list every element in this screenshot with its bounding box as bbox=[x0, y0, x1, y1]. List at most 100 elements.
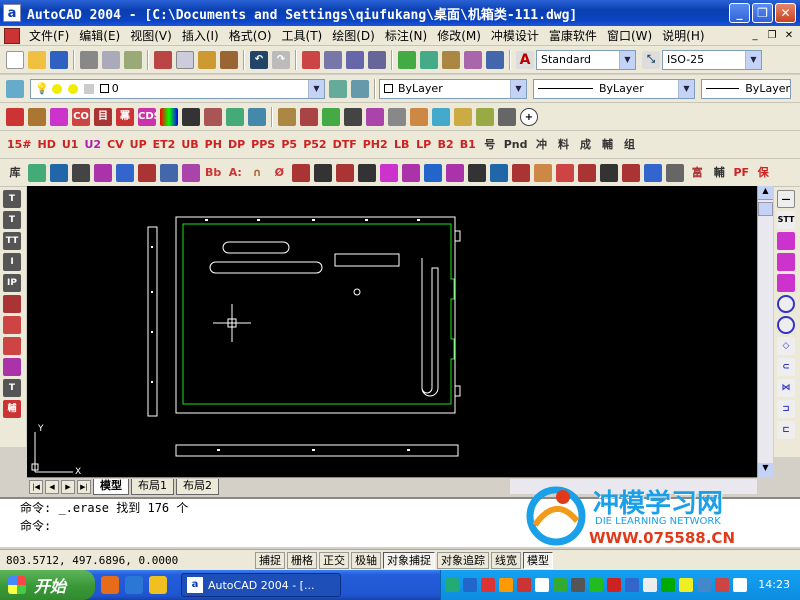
toolbar-label-button[interactable]: 料 bbox=[555, 136, 573, 154]
toolbar-tool-button[interactable]: A: bbox=[226, 164, 244, 182]
toolbar-tool-button[interactable] bbox=[424, 163, 443, 182]
toolbar-tool-button[interactable] bbox=[182, 163, 200, 182]
toolbar-tool-button[interactable]: 富 bbox=[688, 164, 706, 182]
tool-icon[interactable] bbox=[454, 107, 472, 126]
plus-circle-icon[interactable]: + bbox=[520, 107, 538, 126]
toolbar-tool-button[interactable] bbox=[72, 163, 90, 182]
chevron-down-icon[interactable]: ▼ bbox=[308, 79, 324, 98]
menu-item[interactable]: 编辑(E) bbox=[74, 27, 125, 44]
side-tool-icon[interactable]: ⋈ bbox=[777, 379, 795, 397]
menu-item[interactable]: 绘图(D) bbox=[327, 27, 380, 44]
start-button[interactable]: 开始 bbox=[0, 570, 95, 600]
menu-item[interactable]: 冲模设计 bbox=[486, 27, 544, 44]
tab-prev-icon[interactable]: ◀ bbox=[45, 479, 59, 494]
tool-palettes-icon[interactable] bbox=[442, 50, 460, 69]
toolbar-tool-button[interactable]: 库 bbox=[6, 164, 24, 182]
toolbar-tool-button[interactable] bbox=[50, 163, 68, 182]
toolbar-label-button[interactable]: UB bbox=[180, 136, 199, 154]
toolbar-tool-button[interactable] bbox=[314, 163, 333, 182]
menu-item[interactable]: 标注(N) bbox=[380, 27, 432, 44]
chevron-down-icon[interactable]: ▼ bbox=[678, 79, 694, 98]
toolbar-label-button[interactable]: HD bbox=[37, 136, 57, 154]
color-combo[interactable]: ByLayer ▼ bbox=[379, 78, 527, 99]
tool-icon[interactable] bbox=[432, 107, 450, 126]
side-tool-icon[interactable]: T bbox=[3, 190, 21, 208]
toolbar-label-button[interactable]: DP bbox=[227, 136, 246, 154]
tray-icon[interactable] bbox=[517, 578, 531, 592]
cut-icon[interactable] bbox=[154, 50, 172, 69]
cds-icon[interactable]: CDS bbox=[138, 107, 156, 126]
tray-icon[interactable] bbox=[679, 578, 693, 592]
lineweight-combo[interactable]: ByLayer bbox=[701, 78, 791, 99]
scroll-down-icon[interactable]: ▼ bbox=[758, 463, 773, 477]
side-tool-icon[interactable] bbox=[3, 316, 21, 334]
side-tool-icon[interactable]: ⊏ bbox=[777, 421, 795, 439]
drawing-area[interactable]: Y X bbox=[27, 186, 757, 477]
ie-icon[interactable] bbox=[125, 576, 143, 594]
toolbar-tool-button[interactable]: 輔 bbox=[710, 164, 728, 182]
save-icon[interactable] bbox=[50, 50, 68, 69]
toolbar-tool-button[interactable] bbox=[534, 163, 553, 182]
text-style-icon[interactable]: A bbox=[516, 50, 534, 69]
toolbar-tool-button[interactable] bbox=[292, 163, 311, 182]
toolbar-tool-button[interactable] bbox=[490, 163, 509, 182]
qq-icon[interactable] bbox=[149, 576, 167, 594]
side-tool-icon[interactable]: ⊂ bbox=[777, 358, 795, 376]
toolbar-label-button[interactable]: PH bbox=[204, 136, 223, 154]
side-tool-icon[interactable] bbox=[777, 274, 795, 292]
stt-icon[interactable]: STT bbox=[777, 211, 795, 229]
tray-icon[interactable] bbox=[445, 578, 459, 592]
firefox-icon[interactable] bbox=[101, 576, 119, 594]
toolbar-tool-button[interactable]: Ø bbox=[270, 164, 288, 182]
tool-icon[interactable] bbox=[366, 107, 384, 126]
tool-icon[interactable] bbox=[226, 107, 244, 126]
print-preview-icon[interactable] bbox=[102, 50, 120, 69]
menu-item[interactable]: 格式(O) bbox=[224, 27, 277, 44]
side-tool-icon[interactable] bbox=[3, 295, 21, 313]
toolbar-label-button[interactable]: Pnd bbox=[503, 136, 529, 154]
toolbar-tool-button[interactable] bbox=[402, 163, 421, 182]
menu-item[interactable]: 说明(H) bbox=[657, 27, 709, 44]
tab-last-icon[interactable]: ▶| bbox=[77, 479, 91, 494]
side-tool-icon[interactable] bbox=[3, 358, 21, 376]
toolbar-label-button[interactable]: 组 bbox=[621, 136, 639, 154]
zoom-realtime-icon[interactable] bbox=[324, 50, 342, 69]
tab-first-icon[interactable]: |◀ bbox=[29, 479, 43, 494]
status-toggle-button[interactable]: 栅格 bbox=[287, 551, 317, 569]
tray-icon[interactable] bbox=[715, 578, 729, 592]
toolbar-tool-button[interactable]: 保 bbox=[754, 164, 772, 182]
status-toggle-button[interactable]: 模型 bbox=[523, 551, 553, 569]
tray-icon[interactable] bbox=[463, 578, 477, 592]
tray-icon[interactable] bbox=[535, 578, 549, 592]
toolbar-label-button[interactable]: PPS bbox=[250, 136, 276, 154]
toolbar-label-button[interactable]: ET2 bbox=[152, 136, 177, 154]
toolbar-label-button[interactable]: UP bbox=[129, 136, 148, 154]
menu-item[interactable]: 插入(I) bbox=[177, 27, 224, 44]
dim-style-combo[interactable]: ISO-25 ▼ bbox=[662, 49, 762, 70]
toolbar-tool-button[interactable] bbox=[28, 163, 46, 182]
open-file-icon[interactable] bbox=[28, 50, 46, 69]
tool-icon[interactable] bbox=[476, 107, 494, 126]
pan-icon[interactable] bbox=[302, 50, 320, 69]
toolbar-tool-button[interactable] bbox=[138, 163, 156, 182]
bluetooth-icon[interactable] bbox=[625, 578, 639, 592]
mdi-minimize-button[interactable]: _ bbox=[748, 29, 762, 43]
tab-layout2[interactable]: 布局2 bbox=[176, 478, 219, 495]
toolbar-label-button[interactable]: P52 bbox=[302, 136, 327, 154]
side-tool-icon[interactable] bbox=[3, 337, 21, 355]
scroll-up-icon[interactable]: ▲ bbox=[758, 186, 773, 200]
tool-icon[interactable] bbox=[182, 107, 200, 126]
zoom-window-icon[interactable] bbox=[346, 50, 364, 69]
dim-style-icon[interactable]: ⤡ bbox=[642, 50, 660, 69]
minimize-button[interactable]: _ bbox=[729, 3, 750, 23]
menu-item[interactable]: 修改(M) bbox=[432, 27, 486, 44]
side-tool-icon[interactable]: — bbox=[777, 190, 795, 208]
toolbar-label-button[interactable]: 輔 bbox=[599, 136, 617, 154]
side-tool-icon[interactable]: TT bbox=[3, 232, 21, 250]
toolbar-label-button[interactable]: CV bbox=[106, 136, 125, 154]
toolbar-tool-button[interactable] bbox=[468, 163, 487, 182]
toolbar-tool-button[interactable] bbox=[160, 163, 178, 182]
tool-icon[interactable] bbox=[410, 107, 428, 126]
toolbar-label-button[interactable]: 成 bbox=[577, 136, 595, 154]
side-tool-icon[interactable]: IP bbox=[3, 274, 21, 292]
